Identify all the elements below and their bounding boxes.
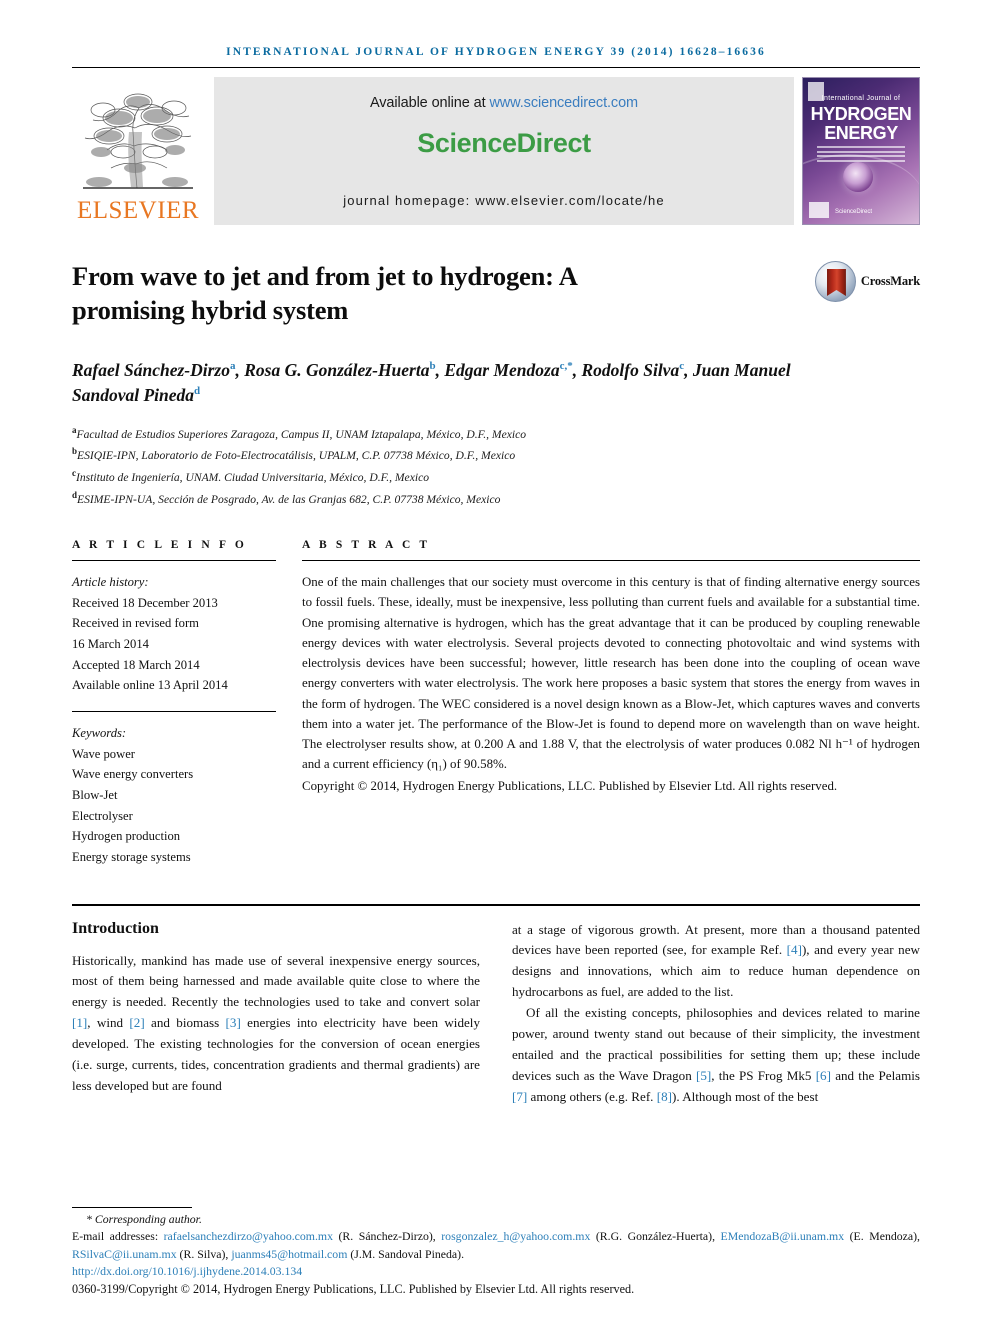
cover-line-3: ENERGY: [824, 123, 898, 143]
paper-page: International Journal of Hydrogen Energy…: [0, 0, 992, 1323]
article-info-column: A R T I C L E I N F O Article history: R…: [72, 539, 302, 867]
article-history-block: Article history: Received 18 December 20…: [72, 572, 276, 696]
cover-line-2: HYDROGEN: [810, 104, 912, 124]
history-item: Received 18 December 2013: [72, 595, 218, 610]
affiliation-item: bESIQIE-IPN, Laboratorio de Foto-Electro…: [72, 444, 920, 466]
history-item: Accepted 18 March 2014: [72, 657, 200, 672]
journal-homepage-line[interactable]: journal homepage: www.elsevier.com/locat…: [343, 193, 665, 208]
abstract-divider: [302, 560, 920, 562]
section-heading-introduction: Introduction: [72, 919, 159, 937]
elsevier-tree-icon: [79, 88, 197, 196]
sciencedirect-logo[interactable]: ScienceDirect: [417, 128, 591, 159]
page-title: From wave to jet and from jet to hydroge…: [72, 261, 577, 326]
intro-paragraph-right-2: Of all the existing concepts, philosophi…: [512, 1005, 920, 1105]
page-footnote: * Corresponding author. E-mail addresses…: [72, 1207, 920, 1297]
running-head: International Journal of Hydrogen Energy…: [226, 46, 766, 58]
affiliation-text: Instituto de Ingeniería, UNAM. Ciudad Un…: [76, 470, 430, 484]
intro-paragraph-right-1: at a stage of vigorous growth. At presen…: [512, 921, 920, 1000]
issn-copyright-line: 0360-3199/Copyright © 2014, Hydrogen Ene…: [72, 1282, 635, 1296]
elsevier-wordmark: ELSEVIER: [76, 197, 200, 224]
abstract-body: One of the main challenges that our soci…: [302, 572, 920, 796]
keyword-item: Energy storage systems: [72, 849, 191, 864]
author-list: Rafael Sánchez-Dirzoa, Rosa G. González-…: [72, 359, 791, 406]
keywords-divider: [72, 711, 276, 713]
affiliation-text: ESIQIE-IPN, Laboratorio de Foto-Electroc…: [77, 449, 516, 463]
sciencedirect-banner: Available online at www.sciencedirect.co…: [214, 77, 794, 225]
introduction-section: Introduction Historically, mankind has m…: [72, 920, 920, 1108]
affiliation-text: Facultad de Estudios Superiores Zaragoza…: [76, 427, 527, 441]
affiliation-item: dESIME-IPN-UA, Sección de Posgrado, Av. …: [72, 488, 920, 510]
crossmark-icon: [814, 261, 856, 302]
keyword-item: Electrolyser: [72, 808, 133, 823]
keywords-label: Keywords:: [72, 726, 127, 741]
title-area: From wave to jet and from jet to hydroge…: [72, 259, 920, 328]
keywords-block: Keywords: Wave power Wave energy convert…: [72, 723, 276, 867]
body-column-left: Introduction Historically, mankind has m…: [72, 920, 480, 1108]
article-history-label: Article history:: [72, 575, 149, 590]
cover-editor-lines: [817, 146, 905, 164]
cover-footer-mark: [809, 202, 829, 218]
keyword-item: Hydrogen production: [72, 829, 181, 844]
email-addresses-note[interactable]: E-mail addresses: rafaelsanchezdirzo@yah…: [72, 1228, 920, 1264]
corresponding-author-note: * Corresponding author.: [86, 1212, 202, 1227]
info-abstract-section: A R T I C L E I N F O Article history: R…: [72, 539, 920, 867]
affiliation-text: ESIME-IPN-UA, Sección de Posgrado, Av. d…: [77, 492, 501, 506]
history-item: Received in revised form: [72, 616, 199, 631]
article-info-divider: [72, 560, 276, 562]
affiliation-item: aFacultad de Estudios Superiores Zaragoz…: [72, 423, 920, 445]
journal-masthead: ELSEVIER Available online at www.science…: [72, 77, 920, 225]
available-online-text: Available online at: [369, 95, 490, 111]
abstract-heading: A B S T R A C T: [302, 539, 431, 552]
header-divider: [72, 67, 920, 68]
keyword-item: Blow-Jet: [72, 787, 118, 802]
cover-line-1: International Journal of: [821, 95, 901, 102]
affiliation-item: cInstituto de Ingeniería, UNAM. Ciudad U…: [72, 466, 920, 488]
crossmark-label: CrossMark: [860, 274, 920, 288]
footnote-rule: [72, 1207, 192, 1209]
doi-link[interactable]: http://dx.doi.org/10.1016/j.ijhydene.201…: [72, 1264, 920, 1279]
elsevier-logo: ELSEVIER: [72, 77, 204, 225]
affiliation-list: aFacultad de Estudios Superiores Zaragoz…: [72, 423, 920, 510]
article-info-heading: A R T I C L E I N F O: [72, 539, 247, 552]
cover-orb-graphic: [843, 162, 873, 192]
history-item: 16 March 2014: [72, 637, 149, 652]
abstract-copyright: Copyright © 2014, Hydrogen Energy Public…: [302, 778, 838, 793]
cover-publisher-label: ScienceDirect: [835, 209, 873, 215]
crossmark-badge[interactable]: CrossMark: [814, 261, 920, 302]
abstract-text: One of the main challenges that our soci…: [302, 575, 920, 772]
body-top-rule: [72, 903, 920, 906]
sciencedirect-url-link[interactable]: www.sciencedirect.com: [489, 95, 638, 111]
available-online-line: Available online at www.sciencedirect.co…: [370, 95, 638, 111]
body-column-right: at a stage of vigorous growth. At presen…: [512, 920, 920, 1108]
journal-cover-thumbnail: International Journal of HYDROGEN ENERGY…: [802, 77, 920, 225]
keyword-item: Wave power: [72, 746, 135, 761]
keyword-item: Wave energy converters: [72, 767, 194, 782]
intro-paragraph-left: Historically, mankind has made use of se…: [72, 952, 480, 1094]
abstract-column: A B S T R A C T One of the main challeng…: [302, 539, 920, 867]
history-item: Available online 13 April 2014: [72, 678, 228, 693]
